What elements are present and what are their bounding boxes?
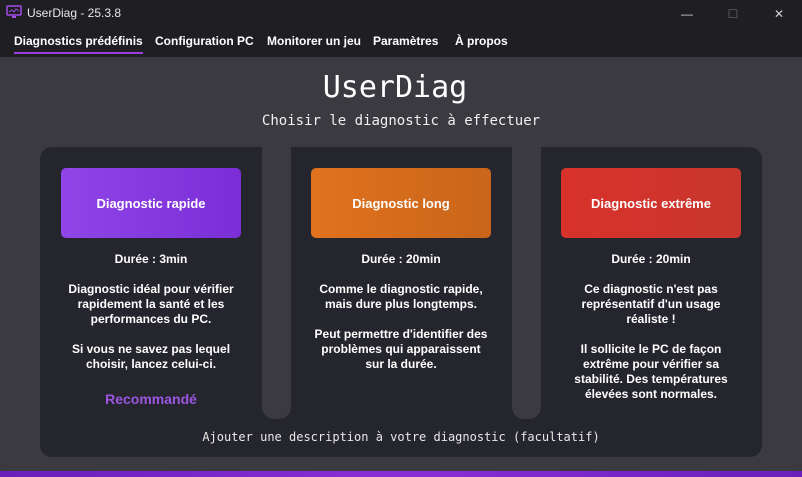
card-description-secondary: Si vous ne savez pas lequel choisir, lan… [71,342,231,371]
minimize-icon: — [681,6,693,21]
page-subtitle: Choisir le diagnostic à effectuer [261,113,541,129]
duration-label: Durée : 20min [361,252,441,266]
tab-monitorer-un-jeu[interactable]: Monitorer un jeu [267,34,361,48]
tab-configuration-pc[interactable]: Configuration PC [155,34,254,48]
menu-bar: Diagnostics prédéfinis Configuration PC … [0,27,802,57]
active-tab-indicator [14,52,143,54]
title-bar: UserDiag - 25.3.8 — ☐ ✕ [0,0,802,27]
card-separator [262,147,291,419]
tab-diagnostics-predefinis[interactable]: Diagnostics prédéfinis [14,34,143,48]
diagnostic-long-button[interactable]: Diagnostic long [311,168,491,238]
card-diagnostic-extreme: Diagnostic extrême Durée : 20min Ce diag… [540,147,762,419]
card-description-secondary: Peut permettre d'identifier des problème… [314,327,488,371]
maximize-icon: ☐ [727,6,739,21]
tab-a-propos[interactable]: À propos [455,34,508,48]
recommended-badge: Recommandé [105,391,197,407]
card-diagnostic-long: Diagnostic long Durée : 20min Comme le d… [290,147,512,419]
card-description: Comme le diagnostic rapide, mais dure pl… [319,282,483,311]
duration-label: Durée : 3min [114,252,188,266]
card-description: Diagnostic idéal pour vérifier rapidemen… [68,282,234,326]
description-input[interactable]: Ajouter une description à votre diagnost… [40,430,762,444]
card-description: Ce diagnostic n'est pas représentatif d'… [581,282,721,326]
bottom-accent-bar [0,471,802,477]
duration-label: Durée : 20min [611,252,691,266]
maximize-button[interactable]: ☐ [710,0,756,27]
monitor-icon [6,5,22,18]
window-title: UserDiag - 25.3.8 [27,6,122,20]
close-icon: ✕ [773,6,785,21]
card-diagnostic-rapide: Diagnostic rapide Durée : 3min Diagnosti… [40,147,262,419]
tab-parametres[interactable]: Paramètres [373,34,438,48]
card-separator [512,147,541,419]
minimize-button[interactable]: — [664,0,710,27]
page-title: UserDiag [322,70,468,105]
diagnostic-rapide-button[interactable]: Diagnostic rapide [61,168,241,238]
close-button[interactable]: ✕ [756,0,802,27]
card-description-secondary: Il sollicite le PC de façon extrême pour… [574,342,728,401]
diagnostic-extreme-button[interactable]: Diagnostic extrême [561,168,741,238]
